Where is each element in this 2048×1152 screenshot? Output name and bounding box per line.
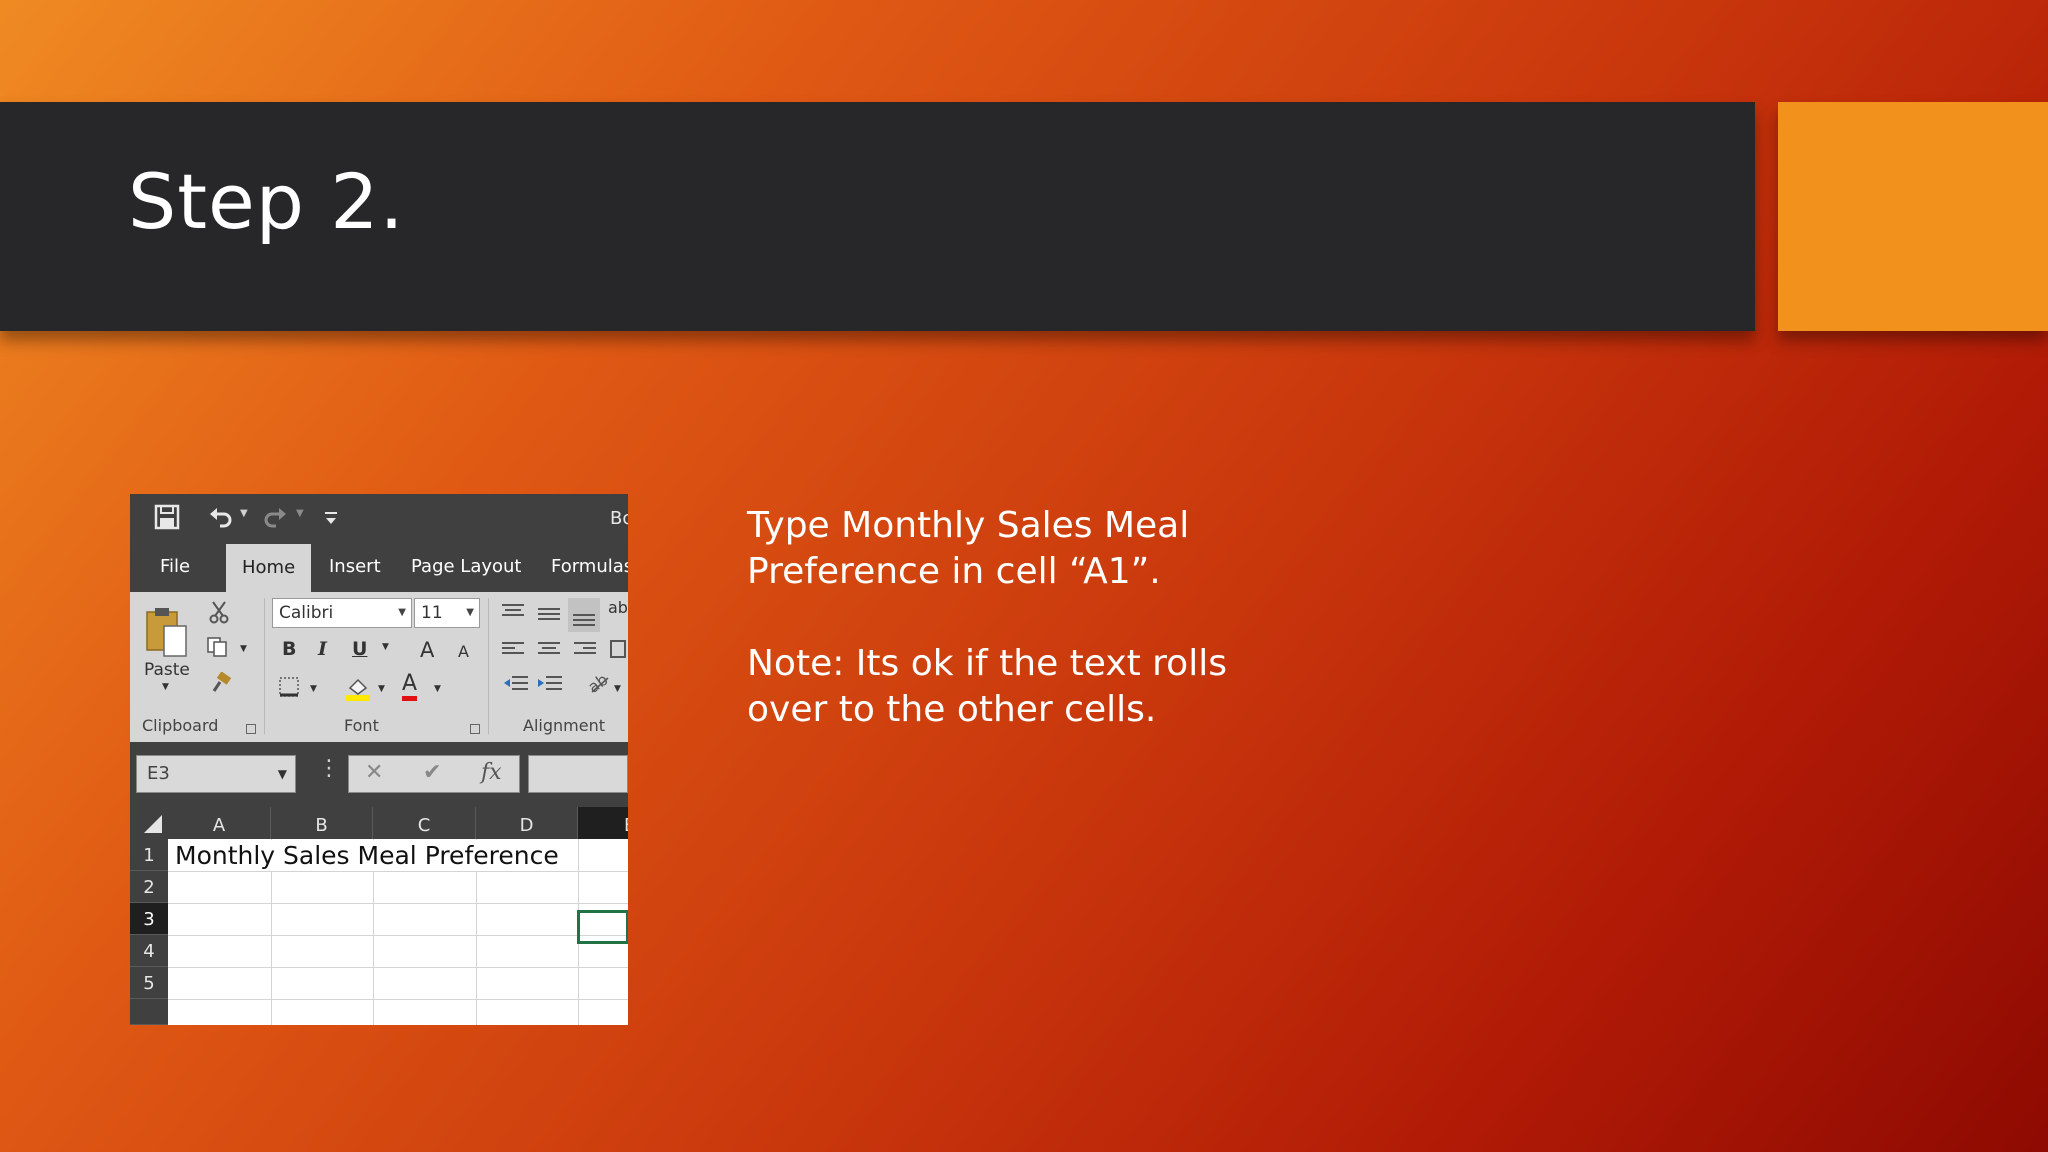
font-color-dropdown-icon[interactable]: ▼ [434,684,441,694]
align-center-icon[interactable] [538,642,560,658]
select-all-corner[interactable] [144,815,162,833]
font-color-button[interactable]: A [402,672,418,701]
decrease-indent-icon[interactable] [502,674,530,700]
row-header-3[interactable]: 3 [130,903,168,935]
redo-dropdown-icon: ▼ [296,508,304,519]
decrease-font-button[interactable]: A [458,642,469,661]
cancel-icon[interactable]: ✕ [365,760,383,785]
row-header-1[interactable]: 1 [130,839,168,871]
row-header-4[interactable]: 4 [130,935,168,967]
row-header-6[interactable] [130,999,168,1025]
undo-icon[interactable] [208,504,234,534]
merge-center-icon[interactable] [610,640,626,658]
top-align-icon[interactable] [502,604,524,620]
paste-icon[interactable] [144,604,190,664]
name-box[interactable]: E3 ▼ [136,755,296,793]
align-left-icon[interactable] [502,642,524,658]
undo-dropdown-icon[interactable]: ▼ [240,508,248,519]
font-size-value: 11 [421,603,443,623]
font-size-dropdown-icon[interactable]: ▼ [466,599,474,627]
ribbon-home: Paste ▼ ▼ Clipboard Calibri ▼ 11 ▼ B I U… [130,592,628,742]
underline-dropdown-icon[interactable]: ▼ [382,642,389,652]
grid-line [168,903,628,904]
column-header-b[interactable]: B [271,807,373,839]
worksheet-grid: A B C D E 1 2 3 4 5 Monthly Sales Meal P… [130,807,628,1025]
font-size-select[interactable]: 11 ▼ [414,598,480,628]
bottom-align-icon[interactable] [568,598,600,632]
fill-color-icon[interactable] [344,674,372,706]
row-header-5[interactable]: 5 [130,967,168,999]
font-launcher-icon[interactable] [470,724,480,734]
paste-label[interactable]: Paste [144,660,190,680]
clipboard-launcher-icon[interactable] [246,724,256,734]
cell-a1-text: Monthly Sales Meal Preference [175,841,559,870]
cut-icon[interactable] [208,600,230,628]
body-text: Type Monthly Sales Meal Preference in ce… [747,503,1267,779]
increase-indent-icon[interactable] [536,674,564,700]
formula-input[interactable] [528,755,628,793]
name-box-dropdown-icon[interactable]: ▼ [278,756,287,792]
alignment-group-label: Alignment [523,716,605,735]
font-family-dropdown-icon[interactable]: ▼ [398,599,406,627]
tab-home[interactable]: Home [226,544,312,592]
font-separator [488,598,489,734]
tab-formulas[interactable]: Formulas [551,556,628,577]
grid-line [168,967,628,968]
copy-dropdown-icon[interactable]: ▼ [240,644,247,654]
format-painter-icon[interactable] [210,671,232,698]
orientation-icon[interactable]: ab [584,670,612,700]
increase-font-button[interactable]: A [420,638,434,662]
font-family-value: Calibri [279,603,334,623]
borders-dropdown-icon[interactable]: ▼ [310,684,317,694]
clipboard-group-label: Clipboard [142,716,219,735]
wrap-text-fragment[interactable]: ab [608,598,628,617]
tab-page-layout[interactable]: Page Layout [411,556,522,577]
middle-align-icon[interactable] [538,608,560,624]
workbook-title: Bo [610,508,628,529]
ribbon-tabs: File Home Insert Page Layout Formulas [130,544,628,592]
insert-function-icon[interactable]: fx [481,760,502,785]
name-box-value: E3 [147,763,170,784]
copy-icon[interactable] [206,636,228,662]
accent-block [1778,102,2048,331]
column-header-a[interactable]: A [168,807,271,839]
enter-icon[interactable]: ✔ [423,760,441,785]
paste-dropdown-icon[interactable]: ▼ [162,682,169,692]
column-header-c[interactable]: C [373,807,476,839]
fill-color-dropdown-icon[interactable]: ▼ [378,684,385,694]
selected-cell-e3[interactable] [577,910,628,944]
align-right-icon[interactable] [574,642,596,658]
bold-button[interactable]: B [282,638,296,660]
column-header-d[interactable]: D [476,807,578,839]
column-header-e[interactable]: E [578,807,628,839]
tab-file[interactable]: File [160,556,190,577]
font-family-select[interactable]: Calibri ▼ [272,598,412,628]
redo-icon [262,504,288,534]
font-group-label: Font [344,716,379,735]
customize-qat-icon[interactable] [324,504,338,534]
orientation-dropdown-icon[interactable]: ▼ [614,684,621,694]
note-text: Note: Its ok if the text rolls over to t… [747,643,1227,730]
clipboard-separator [264,598,265,734]
tab-insert[interactable]: Insert [329,556,381,577]
underline-button[interactable]: U [352,638,367,660]
formula-buttons: ✕ ✔ fx [348,755,520,793]
more-options-icon[interactable]: ⋮ [318,756,340,781]
formula-bar: E3 ▼ ⋮ ✕ ✔ fx [130,742,628,807]
save-icon[interactable] [154,504,180,534]
quick-access-toolbar: ▼ ▼ Bo [130,494,628,544]
italic-button[interactable]: I [318,638,327,660]
excel-screenshot: ▼ ▼ Bo File Home Insert Page Layout Form… [130,494,628,1025]
slide-title: Step 2. [128,157,405,246]
svg-text:ab: ab [586,672,612,696]
grid-line [168,999,628,1000]
instruction-text: Type Monthly Sales Meal Preference in ce… [747,505,1190,592]
borders-icon[interactable] [278,676,300,702]
grid-line [168,935,628,936]
row-header-2[interactable]: 2 [130,871,168,903]
column-headers: A B C D E [130,807,628,839]
